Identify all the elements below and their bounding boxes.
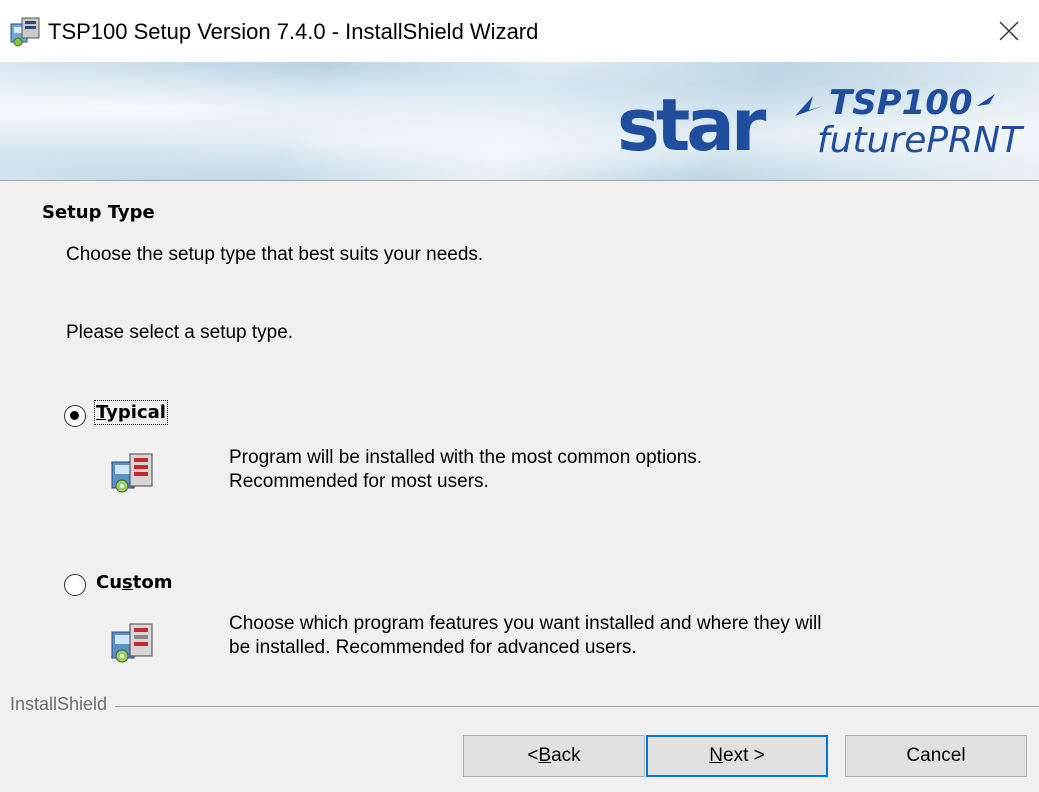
installshield-brand-label: InstallShield xyxy=(10,694,116,715)
back-button[interactable]: < Back xyxy=(463,735,645,777)
setup-typical-icon xyxy=(111,453,153,493)
cancel-button[interactable]: Cancel xyxy=(845,735,1027,777)
window-title: TSP100 Setup Version 7.4.0 - InstallShie… xyxy=(48,19,539,44)
title-bar: TSP100 Setup Version 7.4.0 - InstallShie… xyxy=(0,0,1039,62)
custom-description: Choose which program features you want i… xyxy=(229,613,822,658)
footer-divider xyxy=(10,706,1039,707)
setup-type-prompt: Please select a setup type. xyxy=(66,322,294,343)
custom-radio-label[interactable]: Custom xyxy=(96,572,172,593)
installer-app-icon xyxy=(10,17,40,47)
page-description: Choose the setup type that best suits yo… xyxy=(66,244,484,265)
close-button[interactable] xyxy=(979,0,1039,62)
installer-window: TSP100 Setup Version 7.4.0 - InstallShie… xyxy=(0,0,1039,792)
typical-description: Program will be installed with the most … xyxy=(229,447,703,492)
logo-star-mark-small xyxy=(977,94,1003,106)
typical-radio[interactable] xyxy=(64,405,86,427)
logo-brand-text: star xyxy=(617,83,767,167)
logo-product-text: futurePRNT xyxy=(817,120,1025,161)
close-icon xyxy=(999,21,1019,41)
typical-radio-label[interactable]: Typical xyxy=(94,400,168,425)
logo-model-text: TSP100 xyxy=(829,83,973,123)
page-title: Setup Type xyxy=(42,202,155,223)
setup-custom-icon xyxy=(111,623,153,663)
logo-star-mark xyxy=(795,96,823,116)
next-button[interactable]: Next > xyxy=(646,735,828,777)
custom-radio[interactable] xyxy=(64,574,86,596)
star-futureprnt-logo: star TSP100 futurePRNT xyxy=(617,83,1025,167)
wizard-banner: star TSP100 futurePRNT xyxy=(0,62,1039,181)
